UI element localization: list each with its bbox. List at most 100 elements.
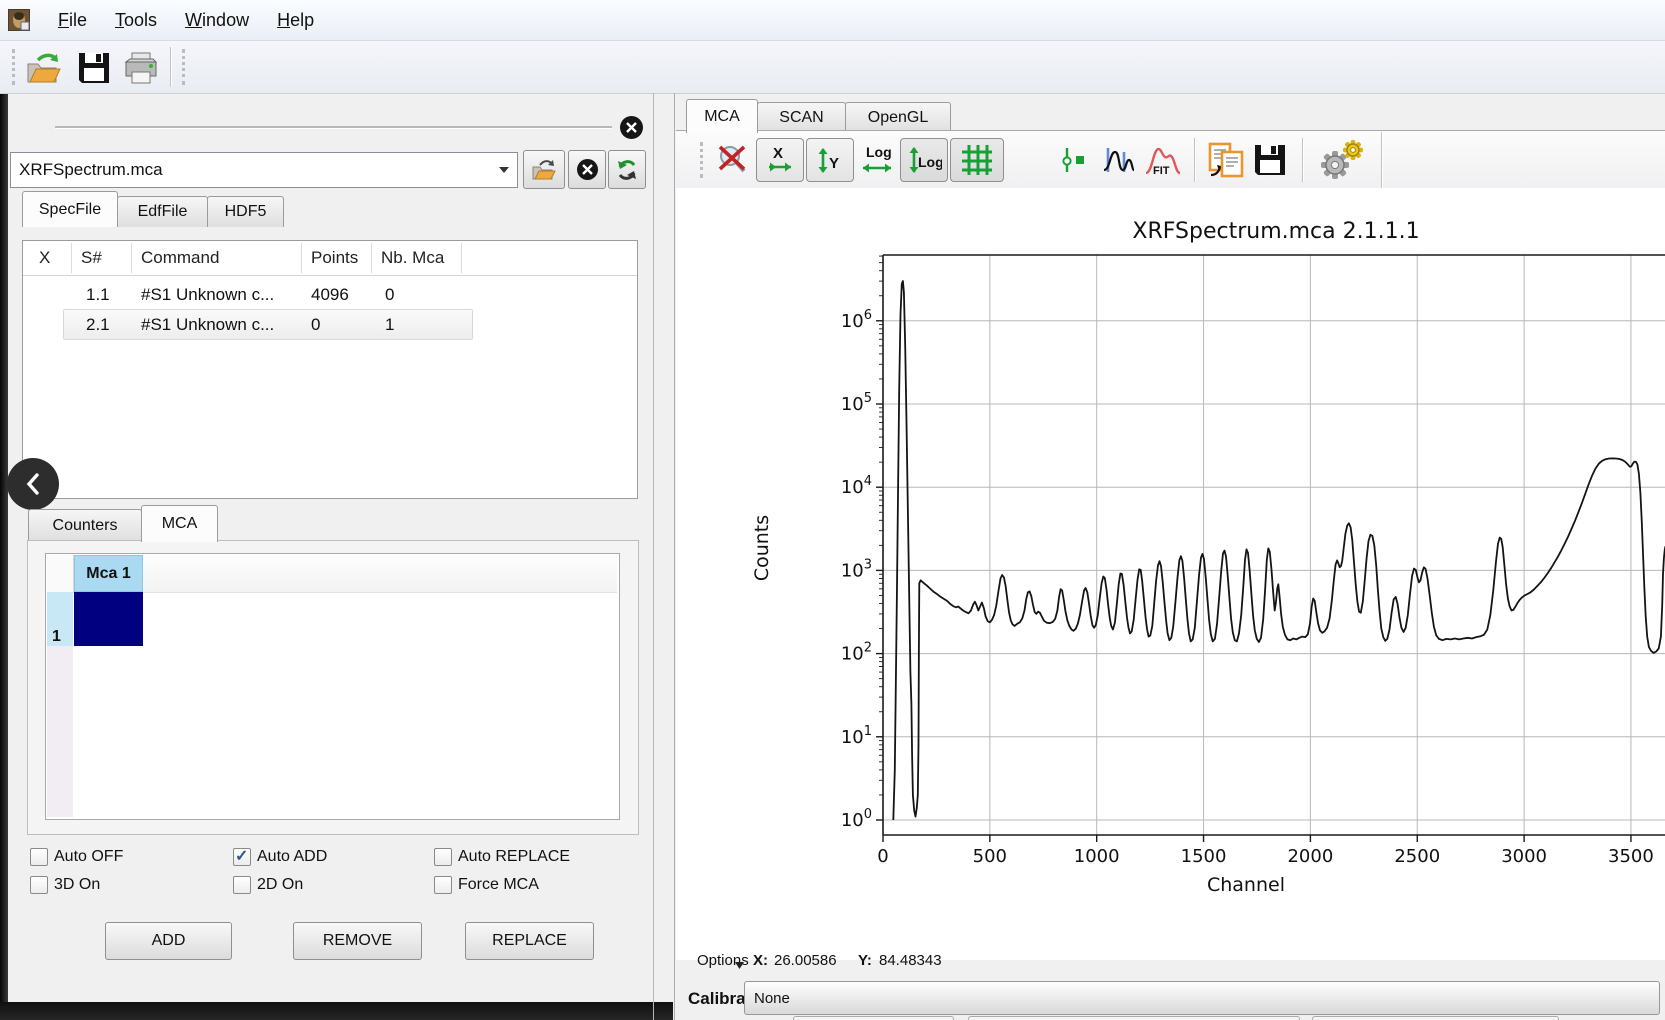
plugins-button[interactable] — [1314, 139, 1368, 181]
mca-selected-cell[interactable] — [74, 592, 143, 646]
spectrum-plot[interactable]: 0500100015002000250030003500100101102103… — [676, 190, 1665, 960]
copy-print-button[interactable] — [1205, 139, 1247, 181]
add-button[interactable]: ADD — [105, 922, 232, 960]
force-mca-checkbox[interactable] — [434, 876, 452, 894]
svg-text:500: 500 — [973, 846, 1007, 867]
two-d-on-checkbox[interactable] — [233, 876, 251, 894]
pymca-window: File Tools Window Help — [0, 0, 1665, 1020]
svg-text:101: 101 — [841, 724, 872, 748]
cut-off-button[interactable] — [793, 1016, 954, 1020]
svg-text:103: 103 — [841, 557, 872, 581]
col-header-x[interactable]: X — [39, 248, 50, 268]
source-separator-line — [55, 126, 612, 129]
toolbar-drag-handle-2[interactable] — [182, 49, 185, 85]
crosshair-points-button[interactable] — [1054, 139, 1096, 181]
file-combo[interactable]: XRFSpectrum.mca — [10, 152, 518, 188]
tab-scan-view[interactable]: SCAN — [757, 102, 846, 133]
copy-print-icon — [1207, 141, 1245, 179]
zoom-reset-icon — [716, 143, 750, 177]
panel-splitter[interactable] — [674, 93, 675, 1020]
close-file-button[interactable] — [568, 150, 606, 189]
chevron-left-icon — [25, 473, 41, 495]
svg-text:Channel: Channel — [1207, 874, 1285, 896]
col-header-points[interactable]: Points — [311, 248, 358, 268]
app-icon — [8, 9, 32, 33]
left-panel-border — [653, 93, 654, 1020]
header-filler — [143, 555, 617, 593]
mca-selection-grid[interactable]: Mca 1 1 — [45, 553, 620, 820]
tab-edffile[interactable]: EdfFile — [117, 196, 208, 227]
y-autoscale-icon: Y — [813, 144, 847, 176]
svg-text:3000: 3000 — [1501, 846, 1547, 867]
y-coord-value: 84.48343 — [879, 952, 942, 969]
x-coord-value: 26.00586 — [774, 952, 837, 969]
y-log-button[interactable]: Log — [900, 138, 948, 182]
close-source-panel-icon[interactable] — [620, 116, 643, 139]
cut-off-button[interactable] — [1312, 1016, 1559, 1020]
zoom-reset-button[interactable] — [712, 139, 754, 181]
divider — [0, 93, 1665, 94]
svg-text:104: 104 — [841, 474, 872, 498]
y-coord-label: Y: — [858, 952, 872, 969]
svg-text:106: 106 — [841, 308, 872, 332]
col-header-s[interactable]: S# — [81, 248, 102, 268]
cut-off-button[interactable] — [968, 1016, 1300, 1020]
save-plot-button[interactable] — [1249, 139, 1291, 181]
crosshair-points-icon — [1059, 144, 1091, 176]
menu-bar: File Tools Window Help — [0, 0, 1665, 41]
toolbar-separator — [1194, 138, 1195, 182]
two-d-on-label: 2D On — [257, 876, 303, 894]
peak-search-icon — [1102, 144, 1136, 176]
replace-button[interactable]: REPLACE — [465, 922, 594, 960]
tab-counters[interactable]: Counters — [28, 509, 142, 541]
grid-icon — [960, 143, 994, 177]
tab-mca[interactable]: MCA — [141, 505, 218, 542]
calibration-value: None — [754, 990, 790, 1007]
grid-button[interactable] — [950, 138, 1004, 182]
toolbar-drag-handle[interactable] — [700, 142, 703, 178]
auto-add-checkbox[interactable] — [233, 848, 251, 866]
calibration-combo[interactable]: None — [744, 981, 1660, 1015]
collapse-panel-button[interactable] — [7, 458, 59, 510]
plot-toolbar: X Y Log — [676, 131, 1665, 189]
mca-column-header[interactable]: Mca 1 — [74, 555, 143, 592]
menu-tools[interactable]: Tools — [101, 6, 171, 35]
save-icon[interactable] — [76, 50, 112, 86]
col-header-nbmca[interactable]: Nb. Mca — [381, 248, 444, 268]
auto-add-label: Auto ADD — [257, 848, 327, 866]
print-icon[interactable] — [122, 50, 162, 86]
svg-text:102: 102 — [841, 641, 872, 665]
mca-row-header[interactable]: 1 — [47, 592, 73, 646]
peak-search-button[interactable] — [1098, 139, 1140, 181]
scan-table[interactable]: X S# Command Points Nb. Mca 1.1 #S1 Unkn… — [22, 240, 638, 499]
y-autoscale-button[interactable]: Y — [806, 138, 854, 182]
toolbar-drag-handle[interactable] — [12, 49, 15, 85]
svg-text:Log: Log — [866, 144, 892, 160]
x-autoscale-button[interactable]: X — [756, 138, 804, 182]
toolbar-separator — [1302, 138, 1303, 182]
fit-button[interactable]: FIT — [1142, 139, 1184, 181]
tab-mca-view[interactable]: MCA — [686, 99, 758, 133]
menu-window[interactable]: Window — [171, 6, 263, 35]
reload-file-button[interactable] — [608, 150, 646, 189]
open-file-button[interactable] — [523, 150, 565, 189]
menu-help[interactable]: Help — [263, 6, 328, 35]
auto-off-checkbox[interactable] — [30, 848, 48, 866]
svg-text:100: 100 — [841, 807, 872, 831]
open-file-icon[interactable] — [24, 50, 64, 86]
tab-hdf5[interactable]: HDF5 — [207, 196, 284, 227]
main-toolbar — [0, 41, 1665, 93]
auto-replace-checkbox[interactable] — [434, 848, 452, 866]
svg-text:Y: Y — [829, 155, 839, 172]
auto-off-label: Auto OFF — [54, 848, 123, 866]
col-header-command[interactable]: Command — [141, 248, 219, 268]
row-header-strip — [47, 646, 73, 817]
tab-specfile[interactable]: SpecFile — [22, 191, 118, 227]
remove-button[interactable]: REMOVE — [293, 922, 422, 960]
three-d-on-checkbox[interactable] — [30, 876, 48, 894]
toolbar-separator — [170, 47, 171, 87]
x-log-button[interactable]: Log — [856, 139, 898, 181]
menu-file[interactable]: File — [44, 6, 101, 35]
x-log-icon: Log — [859, 142, 895, 178]
tab-opengl-view[interactable]: OpenGL — [845, 102, 951, 133]
